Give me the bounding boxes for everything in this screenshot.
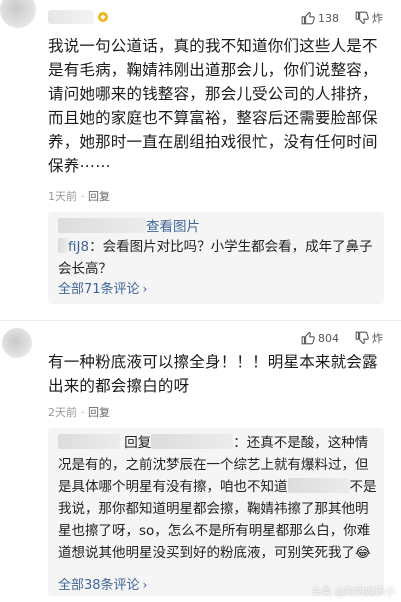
view-all-replies-link[interactable]: 全部38条评论 › — [58, 574, 147, 593]
view-all-replies-link[interactable]: 全部71条评论 › — [58, 278, 147, 297]
like-count: 138 — [318, 11, 339, 25]
reply-box: 查看图片 fiJ8：会看图片对比吗？小学生都会看，成年了鼻子会长高？ 全部71条… — [48, 212, 384, 304]
comment-meta: 1天前 · 回复 — [48, 190, 110, 203]
reply-username[interactable] — [58, 434, 120, 449]
reply-word: 回复 — [124, 435, 152, 451]
like-button[interactable]: 804 — [301, 331, 339, 345]
divider — [0, 320, 401, 321]
thumb-up-icon — [301, 331, 315, 345]
reply-button[interactable]: 回复 — [88, 406, 110, 419]
dislike-label: 炸 — [372, 332, 383, 345]
laughing-emoji-icon: 😂 — [355, 545, 371, 561]
comment-text: 我说一句公道话，真的我不知道你们这些人是不是有毛病，鞠婧祎刚出道那会儿，你们说整… — [48, 37, 378, 175]
thumb-down-icon — [355, 11, 369, 25]
comment-time: 2天前 — [48, 406, 77, 419]
view-all-label: 全部38条评论 — [58, 578, 140, 593]
reply-button[interactable]: 回复 — [88, 190, 110, 203]
comment-text: 有一种粉底液可以擦全身！！！明星本来就会露出来的都会擦白的呀 — [48, 353, 378, 395]
reply-text: 会看图片对比吗？小学生都会看，成年了鼻子会长高？ — [58, 239, 373, 277]
comment-item: 804 炸 有一种粉底液可以擦全身！！！明星本来就会露出来的都会擦白的呀 2天前… — [0, 322, 401, 602]
avatar[interactable] — [2, 328, 32, 358]
level-badge-icon: ◆ — [98, 12, 108, 22]
like-count: 804 — [318, 331, 339, 345]
chevron-right-icon: › — [142, 578, 148, 592]
thumb-down-icon — [355, 331, 369, 345]
replied-username[interactable] — [151, 434, 234, 449]
like-button[interactable]: 138 — [301, 11, 339, 25]
comment-meta: 2天前 · 回复 — [48, 406, 110, 419]
avatar[interactable] — [0, 0, 36, 28]
reply-item: 回复 ：还真不是酸，这种情况是有的，之前沈梦辰在一个综艺上就有爆料过，但是具体哪个… — [58, 434, 377, 561]
reply-username-suffix[interactable]: fiJ8 — [68, 239, 89, 255]
watermark: 头条 @时尚娱乐小 — [311, 587, 395, 598]
comment-time: 1天前 — [48, 190, 77, 203]
comment-actions: 804 炸 — [301, 330, 383, 346]
username[interactable] — [48, 10, 94, 24]
dislike-label: 炸 — [372, 12, 383, 25]
reply-item: fiJ8：会看图片对比吗？小学生都会看，成年了鼻子会长高？ — [58, 238, 373, 277]
reply-box: 回复 ：还真不是酸，这种情况是有的，之前沈梦辰在一个综艺上就有爆料过，但是具体哪个… — [48, 428, 384, 596]
chevron-right-icon: › — [142, 282, 148, 296]
comment-actions: 138 炸 — [301, 10, 383, 26]
reply-item: 查看图片 — [58, 216, 378, 238]
blurred-username — [287, 478, 350, 493]
reply-username[interactable] — [58, 238, 68, 253]
dislike-button[interactable]: 炸 — [355, 330, 383, 346]
reply-username[interactable] — [58, 218, 146, 233]
dislike-button[interactable]: 炸 — [355, 10, 383, 26]
comment-item: ◆ 138 炸 我说一句公道话，真的我不知道你们这些人是不是有毛病，鞠婧祎刚出道… — [0, 0, 401, 322]
view-image-link[interactable]: 查看图片 — [146, 219, 200, 235]
view-all-label: 全部71条评论 — [58, 282, 140, 297]
thumb-up-icon — [301, 11, 315, 25]
